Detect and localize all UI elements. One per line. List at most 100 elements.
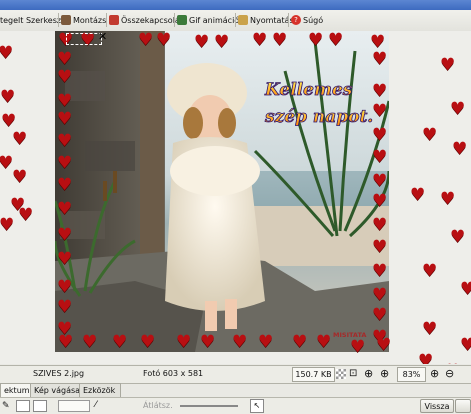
pen-icon[interactable]: ✎ [2,401,10,411]
heart-icon: ♥ [376,335,392,355]
heart-icon: ♥ [372,81,388,101]
close-icon[interactable]: ✕ [98,31,107,43]
heart-icon: ♥ [372,285,388,305]
top-toolbar: tegelt Szerkesztő Montázs Összekapcsolás… [0,0,471,32]
heart-icon: ♥ [0,87,16,107]
back-button[interactable]: Vissza [420,399,454,413]
print-icon [238,15,248,25]
heart-icon: ♥ [0,43,14,63]
toolbar-item-join[interactable]: Összekapcsolás [109,13,184,27]
heart-icon: ♥ [112,332,128,352]
heart-icon: ♥ [308,31,324,50]
toolbar-item-gif[interactable]: Gif animáció [177,13,239,27]
heart-icon: ♥ [460,279,471,299]
shape-tool-icon[interactable] [33,400,47,412]
zoom-in-icon[interactable]: ⊕ [430,367,439,380]
tab-label: ektum [4,386,30,395]
photo-image[interactable]: Kellemes szép napot. MISITATA [55,31,389,352]
heart-icon: ♥ [57,199,73,219]
heart-icon: ♥ [82,332,98,352]
heart-icon: ♥ [57,67,73,87]
toolbar-separator [58,13,59,27]
greeting-line2: szép napot. [264,107,373,127]
next-button[interactable] [455,399,471,413]
zoom-actual-icon[interactable]: ⊕ [380,367,389,380]
heart-icon: ♥ [12,167,28,187]
toolbar-item-label: Montázs [73,15,107,25]
heart-icon: ♥ [57,225,73,245]
heart-icon: ♥ [445,363,460,365]
join-icon [109,15,119,25]
heart-icon: ♥ [57,277,73,297]
cursor-icon[interactable]: ↖ [250,399,264,413]
heart-icon: ♥ [57,175,73,195]
color-select[interactable] [58,400,90,412]
heart-icon: ♥ [194,32,210,52]
heart-icon: ♥ [316,332,332,352]
heart-icon: ♥ [156,31,172,50]
tab-effects[interactable]: ektum [0,383,32,397]
help-icon: ? [291,15,301,25]
line-tool-icon[interactable] [16,400,30,412]
toolbar-item-help[interactable]: ? Súgó [291,13,323,27]
heart-icon: ♥ [57,131,73,151]
heart-icon: ♥ [440,189,456,209]
tab-tools[interactable]: Ezközök [79,383,121,397]
status-filename: SZIVES 2.jpg [33,369,85,378]
eyedropper-icon[interactable]: ⁄ [95,400,97,410]
heart-icon: ♥ [232,332,248,352]
toolbar-item-label: Gif animáció [189,15,240,25]
canvas-area[interactable]: Kellemes szép napot. MISITATA ♥ ♥ ♥ ♥ ♥ ♥ ♥ ♥ ♥ ♥… [0,31,471,364]
heart-icon: ♥ [252,31,268,50]
heart-icon: ♥ [460,335,471,355]
heart-icon: ♥ [200,332,216,352]
heart-icon: ♥ [372,237,388,257]
heart-icon: ♥ [422,261,438,281]
heart-icon: ♥ [418,351,434,365]
heart-icon: ♥ [372,101,388,121]
heart-icon: ♥ [57,153,73,173]
window-title-strip [0,0,471,10]
toolbar-separator [235,13,236,27]
tool-row: ✎ ⁄ Átlátsz. ↖ Vissza [0,397,471,414]
status-bar: SZIVES 2.jpg Fotó 603 x 581 150.7 KB ⊡ ⊕… [0,365,471,384]
heart-icon: ♥ [422,319,438,339]
zoom-level[interactable]: 83% [397,367,426,382]
montage-icon [61,15,71,25]
heart-icon: ♥ [292,332,308,352]
zoom-fit-icon[interactable]: ⊕ [364,367,373,380]
heart-icon: ♥ [57,49,73,69]
heart-icon: ♥ [214,32,230,52]
tab-crop[interactable]: Kép vágása [30,383,80,397]
toolbar-item-montage[interactable]: Montázs [61,13,106,27]
tab-label: Kép vágása [34,386,81,395]
opacity-slider[interactable] [180,405,238,407]
heart-icon: ♥ [57,297,73,317]
opacity-label: Átlátsz. [143,401,173,410]
heart-icon: ♥ [440,55,456,75]
heart-icon: ♥ [57,249,73,269]
heart-icon: ♥ [176,332,192,352]
heart-icon: ♥ [18,205,34,225]
selection-marker[interactable] [66,33,102,45]
heart-icon: ♥ [140,332,156,352]
tab-label: Ezközök [83,386,116,395]
toolbar-item-print[interactable]: Nyomtatás [238,13,294,27]
heart-icon: ♥ [258,332,274,352]
heart-icon: ♥ [272,31,288,50]
toolbar-separator [106,13,107,27]
heart-icon: ♥ [372,125,388,145]
heart-icon: ♥ [452,139,468,159]
heart-icon: ♥ [372,191,388,211]
heart-icon: ♥ [12,129,28,149]
status-photo-size: Fotó 603 x 581 [143,369,204,378]
fit-icon[interactable]: ⊡ [349,368,357,379]
heart-icon: ♥ [422,125,438,145]
zoom-out-icon[interactable]: ⊖ [445,367,454,380]
heart-icon: ♥ [372,147,388,167]
status-file-size: 150.7 KB [292,367,335,382]
transparency-icon[interactable] [336,369,346,379]
heart-icon: ♥ [372,261,388,281]
heart-icon: ♥ [372,215,388,235]
gif-icon [177,15,187,25]
